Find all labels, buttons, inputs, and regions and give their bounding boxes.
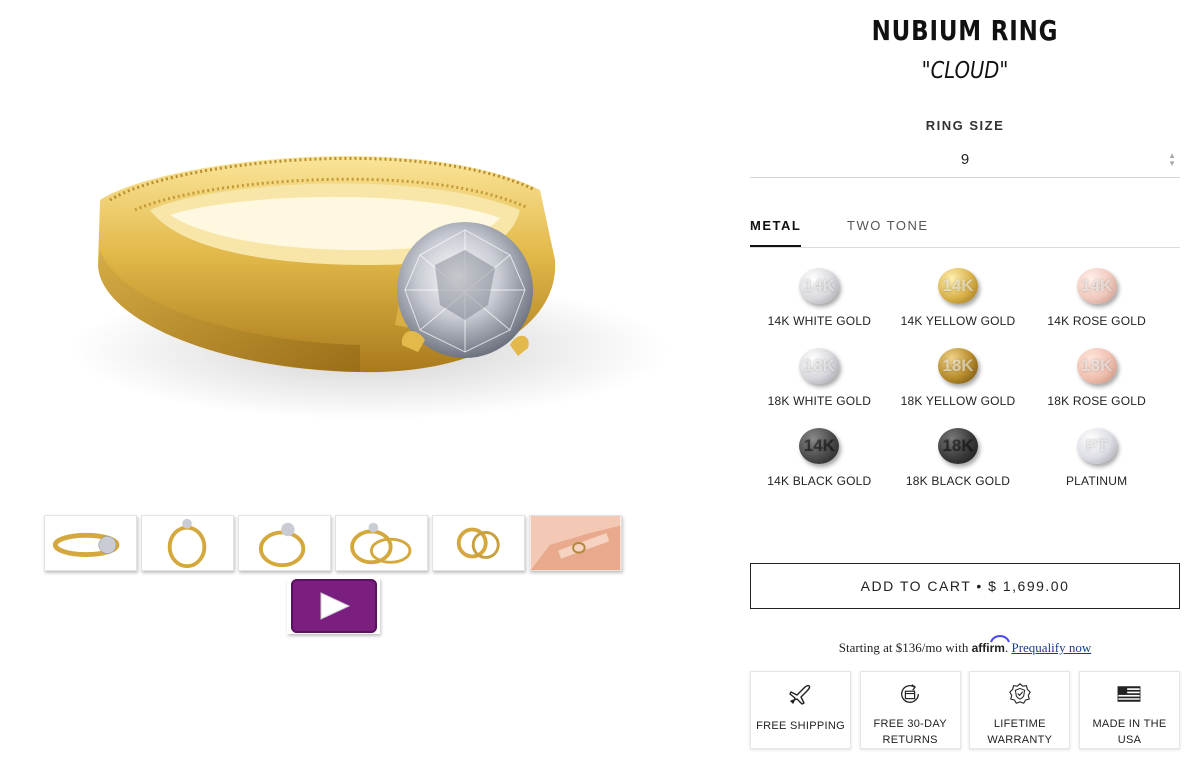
metal-label: 18K YELLOW GOLD <box>900 394 1016 408</box>
metal-swatch: 14K <box>937 268 978 304</box>
returns-box-icon <box>901 684 920 703</box>
metal-swatch: 18K <box>937 348 978 384</box>
product-title: NUBIUM RING <box>871 14 1059 47</box>
thumbnail-ring-side[interactable] <box>238 515 331 571</box>
metal-swatch: 14K <box>799 428 840 464</box>
video-thumbnail[interactable] <box>287 578 380 634</box>
thumbnail-ring-on-hand[interactable] <box>529 515 622 571</box>
select-arrows-icon: ▲ ▼ <box>1168 151 1176 168</box>
ring-size-label: RING SIZE <box>925 118 1005 133</box>
metal-swatch: 18K <box>1076 348 1117 384</box>
badge-label: FREE 30-DAY RETURNS <box>873 718 947 746</box>
prequalify-link[interactable]: Prequalify now <box>1011 640 1091 655</box>
metal-option-18k-rose-gold[interactable]: 18K 18K ROSE GOLD <box>1027 348 1166 408</box>
thumbnail-ring-set[interactable] <box>335 515 428 571</box>
product-subtitle: "CLOUD" <box>921 58 1009 84</box>
ring-size-select[interactable]: 9 ▲ ▼ <box>750 144 1180 178</box>
badge-label: MADE IN THE USA <box>1092 718 1167 746</box>
metal-option-14k-rose-gold[interactable]: 14K 14K ROSE GOLD <box>1027 268 1166 328</box>
trust-badges: FREE SHIPPING FREE 30-DAY RETURNS LIFETI… <box>750 671 1180 749</box>
financing-info: Starting at $136/mo with affirm. Prequal… <box>750 635 1180 656</box>
metal-options: 14K 14K WHITE GOLD 14K 14K YELLOW GOLD 1… <box>750 268 1166 488</box>
metal-label: 14K WHITE GOLD <box>767 314 872 328</box>
play-icon <box>320 592 350 620</box>
us-flag-icon <box>1118 686 1141 702</box>
badge-label: FREE SHIPPING <box>756 720 845 732</box>
metal-label: 18K ROSE GOLD <box>1047 394 1146 408</box>
metal-option-14k-yellow-gold[interactable]: 14K 14K YELLOW GOLD <box>889 268 1028 328</box>
metal-option-18k-yellow-gold[interactable]: 18K 18K YELLOW GOLD <box>889 348 1028 408</box>
metal-option-14k-white-gold[interactable]: 14K 14K WHITE GOLD <box>750 268 889 328</box>
affirm-brand: affirm <box>971 641 1005 655</box>
badge-made-in-usa: MADE IN THE USA <box>1078 671 1180 749</box>
option-tabs: METAL TWO TONE <box>750 210 1180 248</box>
metal-option-platinum[interactable]: PT PLATINUM <box>1027 428 1166 488</box>
thumbnail-strip <box>44 515 622 571</box>
financing-text: Starting at $136/mo with <box>838 640 969 655</box>
metal-label: 18K BLACK GOLD <box>905 474 1011 488</box>
metal-label: PLATINUM <box>1065 474 1128 488</box>
add-to-cart-button[interactable]: ADD TO CART • $ 1,699.00 <box>750 563 1180 609</box>
metal-option-18k-white-gold[interactable]: 18K 18K WHITE GOLD <box>750 348 889 408</box>
metal-swatch: 18K <box>799 348 840 384</box>
ring-image <box>70 156 670 420</box>
badge-label: LIFETIME WARRANTY <box>987 718 1053 746</box>
badge-free-returns: FREE 30-DAY RETURNS <box>859 671 961 749</box>
metal-swatch: 18K <box>937 428 978 464</box>
ring-size-value: 9 <box>960 151 970 168</box>
tab-two-tone[interactable]: TWO TONE <box>847 218 929 245</box>
metal-option-18k-black-gold[interactable]: 18K 18K BLACK GOLD <box>889 428 1028 488</box>
metal-swatch: PT <box>1076 428 1117 464</box>
tab-metal[interactable]: METAL <box>750 218 802 247</box>
metal-label: 14K ROSE GOLD <box>1047 314 1146 328</box>
affirm-arc-icon <box>989 635 1010 643</box>
badge-free-shipping: FREE SHIPPING <box>750 671 851 749</box>
metal-option-14k-black-gold[interactable]: 14K 14K BLACK GOLD <box>750 428 889 488</box>
metal-label: 18K WHITE GOLD <box>767 394 872 408</box>
metal-swatch: 14K <box>1076 268 1117 304</box>
shield-check-icon <box>1009 683 1031 704</box>
metal-label: 14K BLACK GOLD <box>767 474 872 488</box>
affirm-logo: affirm <box>971 635 1010 655</box>
thumbnail-ring-angle[interactable] <box>44 515 137 571</box>
airplane-icon <box>788 684 810 705</box>
metal-swatch: 14K <box>799 268 840 304</box>
badge-lifetime-warranty: LIFETIME WARRANTY <box>969 671 1071 749</box>
main-product-image[interactable] <box>40 90 680 430</box>
thumbnail-ring-front[interactable] <box>141 515 234 571</box>
thumbnail-ring-top[interactable] <box>432 515 525 571</box>
metal-label: 14K YELLOW GOLD <box>900 314 1016 328</box>
play-video-button[interactable] <box>290 579 377 633</box>
